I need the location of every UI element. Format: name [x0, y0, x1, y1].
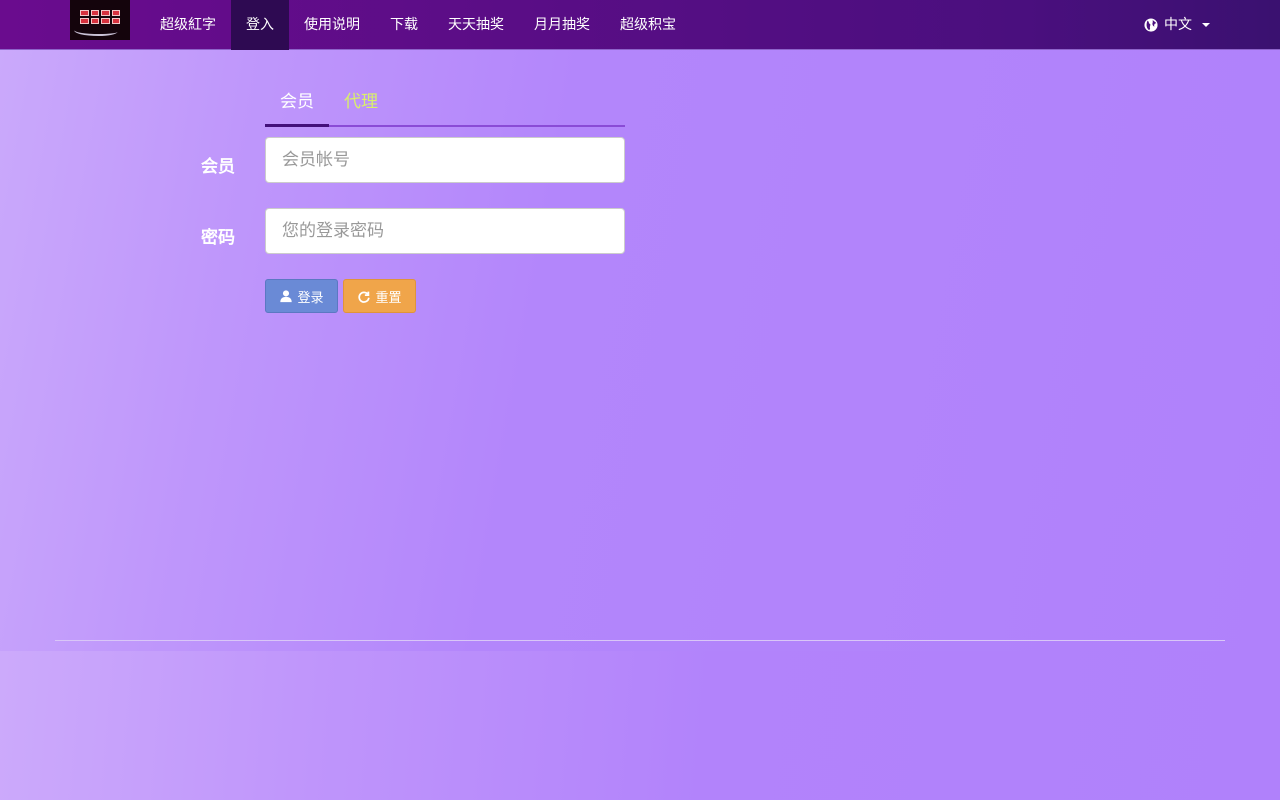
language-dropdown[interactable]: 中文 — [1144, 0, 1210, 50]
nav-item-download[interactable]: 下载 — [375, 0, 433, 50]
password-label: 密码 — [201, 228, 235, 248]
logo-icon[interactable] — [70, 0, 130, 40]
language-label: 中文 — [1164, 17, 1192, 33]
globe-icon — [1144, 18, 1158, 32]
member-label: 会员 — [201, 157, 235, 177]
page-background — [0, 50, 1280, 651]
nav-item-login[interactable]: 登入 — [231, 0, 289, 50]
tab-member[interactable]: 会员 — [265, 80, 329, 127]
chevron-down-icon — [1202, 23, 1210, 27]
password-input[interactable] — [265, 208, 625, 254]
nav-item-super-jackpot[interactable]: 超级积宝 — [605, 0, 691, 50]
page-background-lower — [0, 651, 1280, 800]
nav-item-daily-lottery[interactable]: 天天抽奖 — [433, 0, 519, 50]
nav-item-super-red[interactable]: 超级紅字 — [145, 0, 231, 50]
tab-agent[interactable]: 代理 — [329, 80, 393, 127]
top-navbar: 超级紅字 登入 使用说明 下载 天天抽奖 月月抽奖 超级积宝 中文 — [0, 0, 1280, 50]
login-tabs: 会员 代理 — [265, 80, 625, 127]
nav-menu: 超级紅字 登入 使用说明 下载 天天抽奖 月月抽奖 超级积宝 — [145, 0, 691, 50]
nav-item-monthly-lottery[interactable]: 月月抽奖 — [519, 0, 605, 50]
footer-divider — [55, 640, 1225, 641]
member-account-input[interactable] — [265, 137, 625, 183]
reset-button-label: 重置 — [375, 290, 402, 306]
login-button[interactable]: 登录 — [265, 279, 338, 313]
login-button-label: 登录 — [297, 290, 324, 306]
nav-item-instructions[interactable]: 使用说明 — [289, 0, 375, 50]
refresh-icon — [358, 291, 371, 303]
user-icon — [280, 290, 293, 303]
reset-button[interactable]: 重置 — [343, 279, 416, 313]
